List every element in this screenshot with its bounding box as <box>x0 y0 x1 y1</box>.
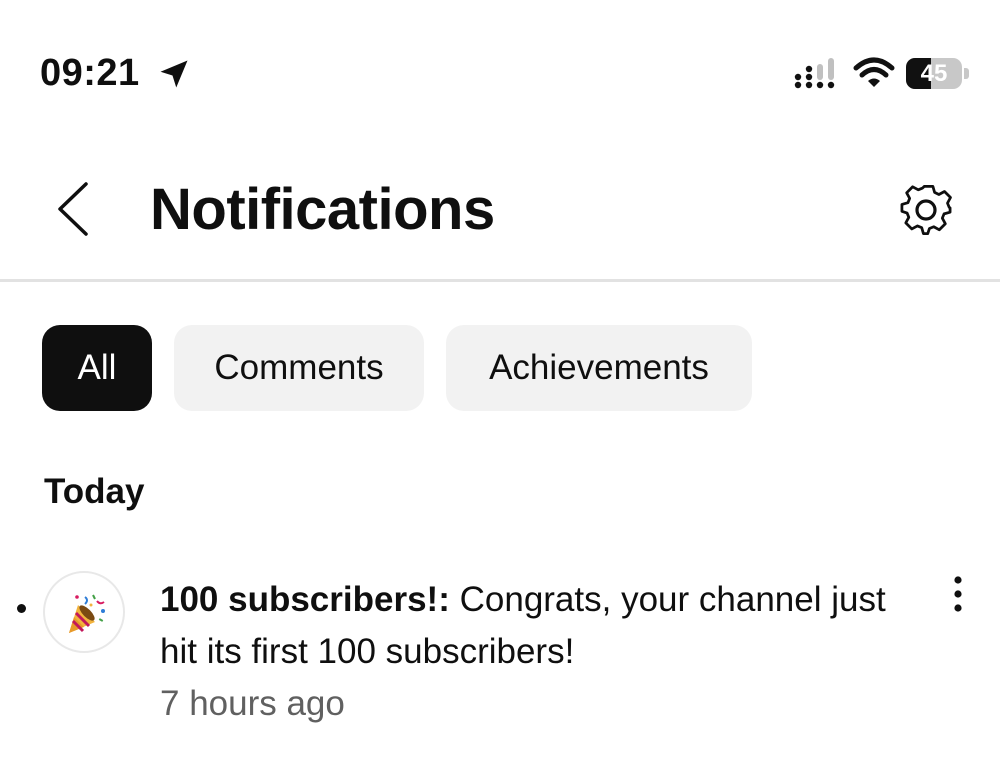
battery-cap <box>964 68 969 79</box>
gear-icon[interactable] <box>894 178 958 242</box>
cellular-signal-icon <box>794 58 835 89</box>
notification-text: 100 subscribers!: Congrats, your channel… <box>160 574 920 678</box>
battery-body: 45 <box>906 58 962 89</box>
chevron-left-icon[interactable] <box>50 176 96 242</box>
avatar <box>43 571 125 653</box>
notifications-screen: 09:21 45 Notifications All Comments Achi… <box>0 0 1000 769</box>
chip-comments[interactable]: Comments <box>174 325 424 411</box>
notification-time: 7 hours ago <box>160 684 345 723</box>
wifi-icon <box>853 57 895 87</box>
section-heading-today: Today <box>44 472 145 511</box>
header-divider <box>0 279 1000 282</box>
location-arrow-icon <box>160 60 188 88</box>
notification-title: 100 subscribers!: <box>160 580 450 619</box>
chip-achievements[interactable]: Achievements <box>446 325 752 411</box>
more-vertical-icon[interactable] <box>938 574 978 618</box>
unread-dot <box>17 604 26 613</box>
battery-level: 45 <box>920 60 948 87</box>
battery-indicator: 45 <box>906 58 969 89</box>
status-time: 09:21 <box>40 52 140 94</box>
page-title: Notifications <box>150 177 495 242</box>
party-popper-icon <box>69 594 105 633</box>
chip-all[interactable]: All <box>42 325 152 411</box>
